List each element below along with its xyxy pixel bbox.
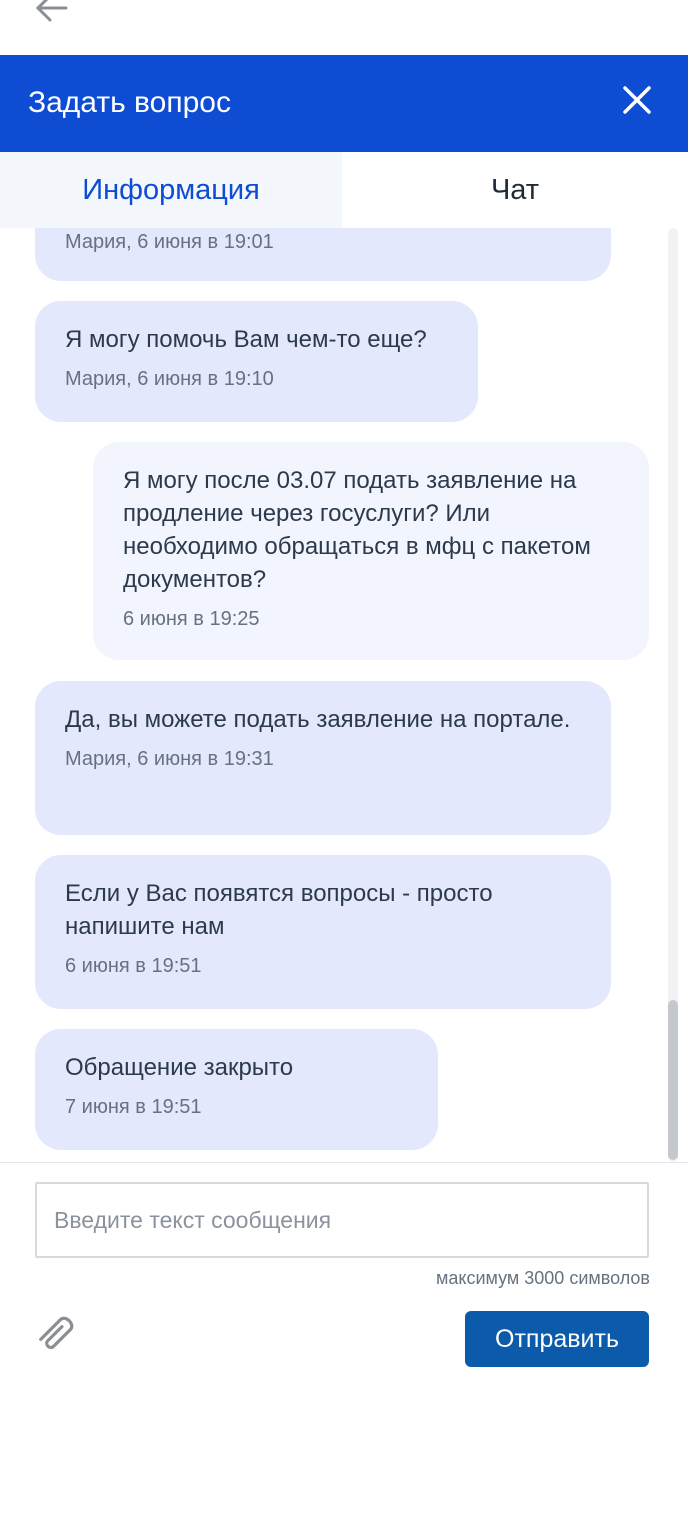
attach-file-button[interactable]	[33, 1305, 81, 1361]
message-text: Если у Вас появятся вопросы - просто нап…	[65, 880, 493, 940]
message-bubble-incoming: Да, вы можете подать заявление на портал…	[35, 681, 611, 835]
message-meta: 6 июня в 19:25	[123, 608, 260, 630]
scrollbar-thumb[interactable]	[668, 1000, 678, 1160]
close-icon	[623, 86, 651, 114]
chat-page: Задать вопрос Информация Чат Мария, 6 ию…	[0, 0, 700, 1517]
message-text: Я могу помочь Вам чем-то еще?	[65, 326, 427, 353]
character-limit-note: максимум 3000 символов	[436, 1268, 650, 1288]
message-input[interactable]	[35, 1182, 649, 1258]
back-button[interactable]	[30, 0, 70, 22]
tab-information[interactable]: Информация	[0, 152, 342, 228]
composer-divider	[0, 1162, 688, 1163]
dialog-header: Задать вопрос	[0, 55, 688, 152]
top-bar	[0, 0, 700, 55]
message-meta: 7 июня в 19:51	[65, 1096, 202, 1118]
chat-message-list[interactable]: Мария, 6 июня в 19:01 Я могу помочь Вам …	[0, 228, 688, 1162]
message-bubble-incoming: Я могу помочь Вам чем-то еще? Мария, 6 и…	[35, 301, 478, 422]
send-button[interactable]: Отправить	[465, 1311, 649, 1367]
tab-chat[interactable]: Чат	[342, 152, 688, 228]
message-text: Обращение закрыто	[65, 1054, 294, 1081]
message-bubble-incoming: Обращение закрыто 7 июня в 19:51	[35, 1029, 438, 1150]
scrollbar-track[interactable]	[668, 228, 678, 1162]
message-bubble-outgoing: Я могу после 03.07 подать заявление на п…	[93, 442, 649, 660]
message-meta: Мария, 6 июня в 19:10	[65, 368, 274, 390]
message-text: Да, вы можете подать заявление на портал…	[65, 706, 571, 733]
tab-bar: Информация Чат	[0, 152, 688, 228]
message-text: Я могу после 03.07 подать заявление на п…	[123, 467, 591, 593]
message-meta: 6 июня в 19:51	[65, 955, 202, 977]
close-button[interactable]	[617, 80, 657, 120]
dialog-title: Задать вопрос	[28, 86, 231, 119]
message-bubble-incoming: Мария, 6 июня в 19:01	[35, 228, 611, 281]
message-meta: Мария, 6 июня в 19:31	[65, 748, 274, 770]
paperclip-icon	[39, 1316, 74, 1350]
message-bubble-incoming: Если у Вас появятся вопросы - просто нап…	[35, 855, 611, 1009]
arrow-left-icon	[35, 0, 68, 22]
message-meta: Мария, 6 июня в 19:01	[65, 231, 274, 253]
